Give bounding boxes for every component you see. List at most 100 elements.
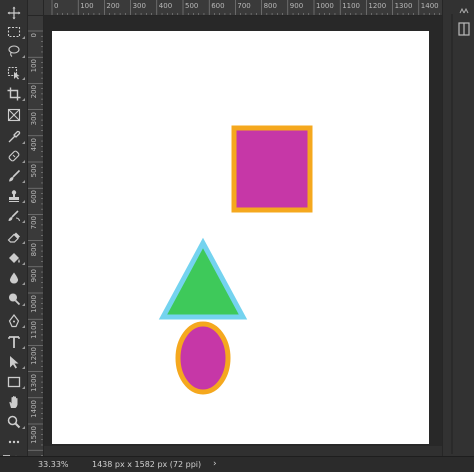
- marquee-tool[interactable]: [0, 22, 28, 41]
- ruler-v-label: 700: [30, 216, 38, 230]
- tool-group-indicator: [22, 200, 25, 203]
- ruler-h-label: 800: [263, 2, 277, 10]
- ruler-h-label: 300: [132, 2, 146, 10]
- ruler-v-label: 1000: [30, 295, 38, 313]
- right-panel-dock: [442, 0, 474, 472]
- rectangle-icon: [7, 376, 21, 387]
- tool-group-indicator: [22, 426, 25, 429]
- paint-bucket-icon: [9, 252, 20, 263]
- crop-tool[interactable]: [0, 84, 28, 103]
- clone-stamp-icon: [9, 189, 19, 202]
- ruler-h-label: 700: [237, 2, 251, 10]
- tool-group-indicator: [22, 77, 25, 80]
- pen-tool[interactable]: [0, 311, 28, 330]
- magenta-square-shape[interactable]: [231, 125, 313, 213]
- tool-group-indicator: [22, 36, 25, 39]
- tool-group-indicator: [22, 346, 25, 349]
- healing-brush-tool[interactable]: [0, 146, 28, 165]
- lasso-tool[interactable]: [0, 41, 28, 60]
- paint-bucket-tool[interactable]: [0, 248, 28, 267]
- ruler-v-label: 0: [30, 33, 38, 38]
- horizontal-scroll-area[interactable]: [44, 446, 442, 456]
- blur-tool[interactable]: [0, 268, 28, 287]
- ruler-h-label: 600: [211, 2, 225, 10]
- type-icon: [8, 335, 20, 348]
- clone-stamp-tool[interactable]: [0, 186, 28, 205]
- tool-group-indicator: [22, 98, 25, 101]
- rectangular-marquee-icon: [7, 26, 21, 37]
- ruler-h-label: 0: [54, 2, 59, 10]
- object-selection-tool[interactable]: [0, 63, 28, 82]
- eraser-tool[interactable]: [0, 227, 28, 246]
- zoom-level[interactable]: 33.33%: [38, 460, 69, 469]
- crop-icon: [7, 87, 21, 100]
- ruler-h-label: 400: [158, 2, 173, 10]
- ruler-origin[interactable]: [28, 0, 44, 16]
- ruler-v-label: 900: [30, 268, 38, 283]
- document-size: 1438 px x 1582 px (72 ppi): [92, 460, 202, 469]
- green-triangle-shape[interactable]: [158, 237, 248, 320]
- ruler-v-label: 100: [30, 59, 38, 73]
- history-brush-tool[interactable]: [0, 206, 28, 225]
- hand-tool[interactable]: [0, 392, 28, 411]
- tool-group-indicator: [22, 262, 25, 265]
- type-tool[interactable]: [0, 332, 28, 351]
- ruler-v-label: 200: [30, 85, 38, 99]
- tool-group-indicator: [22, 303, 25, 306]
- ruler-v-label: 1100: [30, 321, 38, 340]
- tool-group-indicator: [22, 386, 25, 389]
- dodge-tool[interactable]: [0, 289, 28, 308]
- dock-divider[interactable]: [451, 14, 453, 454]
- ruler-v-label: 1200: [30, 347, 38, 366]
- ruler-h-label: 1100: [342, 2, 361, 10]
- ruler-v-label: 500: [30, 164, 38, 178]
- tool-group-indicator: [22, 282, 25, 285]
- zoom-tool[interactable]: [0, 412, 28, 431]
- ruler-v-label: 300: [30, 111, 38, 125]
- path-selection-tool[interactable]: [0, 352, 28, 371]
- move-icon: [7, 6, 21, 19]
- blur-icon: [9, 272, 19, 283]
- dodge-icon: [9, 293, 21, 305]
- lasso-icon: [8, 44, 20, 57]
- tool-group-indicator: [22, 220, 25, 223]
- tool-group-indicator: [22, 325, 25, 328]
- vertical-ruler[interactable]: 0 100 200 300 400 500 600 700 800 900 1000 1100 1200…: [28, 16, 44, 456]
- brush-icon: [9, 169, 21, 181]
- ruler-v-label: 1300: [30, 373, 38, 392]
- ruler-h-label: 1000: [316, 2, 334, 10]
- zoom-icon: [7, 415, 21, 428]
- collapse-icon[interactable]: [457, 4, 471, 18]
- panel-icon[interactable]: [457, 22, 471, 36]
- ruler-h-label: 1200: [368, 2, 387, 10]
- canvas-artwork: [158, 125, 313, 395]
- ruler-v-label: 1400: [30, 399, 38, 418]
- hand-icon: [9, 395, 18, 408]
- status-bar: 33.33% 1438 px x 1582 px (72 ppi) ›: [0, 456, 474, 472]
- magenta-ellipse-shape[interactable]: [175, 321, 231, 395]
- ruler-h-label: 1300: [394, 2, 413, 10]
- horizontal-ruler[interactable]: 0 100 200 300 400 500 600 700 800 900 1000 1100 1200…: [28, 0, 442, 16]
- status-menu-arrow[interactable]: ›: [213, 459, 217, 469]
- more-icon: [8, 440, 20, 443]
- tool-group-indicator: [22, 55, 25, 58]
- ruler-v-label: 600: [30, 190, 38, 204]
- eraser-icon: [7, 232, 20, 243]
- brush-tool[interactable]: [0, 166, 28, 185]
- tools-panel: [0, 0, 28, 462]
- path-selection-icon: [10, 355, 19, 368]
- eyedropper-icon: [8, 130, 21, 142]
- rectangle-tool[interactable]: [0, 372, 28, 391]
- tool-group-indicator: [22, 141, 25, 144]
- pen-icon: [8, 313, 20, 327]
- tool-group-indicator: [22, 160, 25, 163]
- move-tool[interactable]: [0, 3, 28, 22]
- frame-icon: [7, 108, 21, 121]
- object-selection-icon: [7, 66, 20, 79]
- frame-tool[interactable]: [0, 105, 28, 124]
- color-swatches[interactable]: [3, 448, 25, 462]
- document-canvas[interactable]: [52, 31, 429, 444]
- history-brush-icon: [8, 209, 20, 221]
- tool-group-indicator: [22, 180, 25, 183]
- eyedropper-tool[interactable]: [0, 127, 28, 146]
